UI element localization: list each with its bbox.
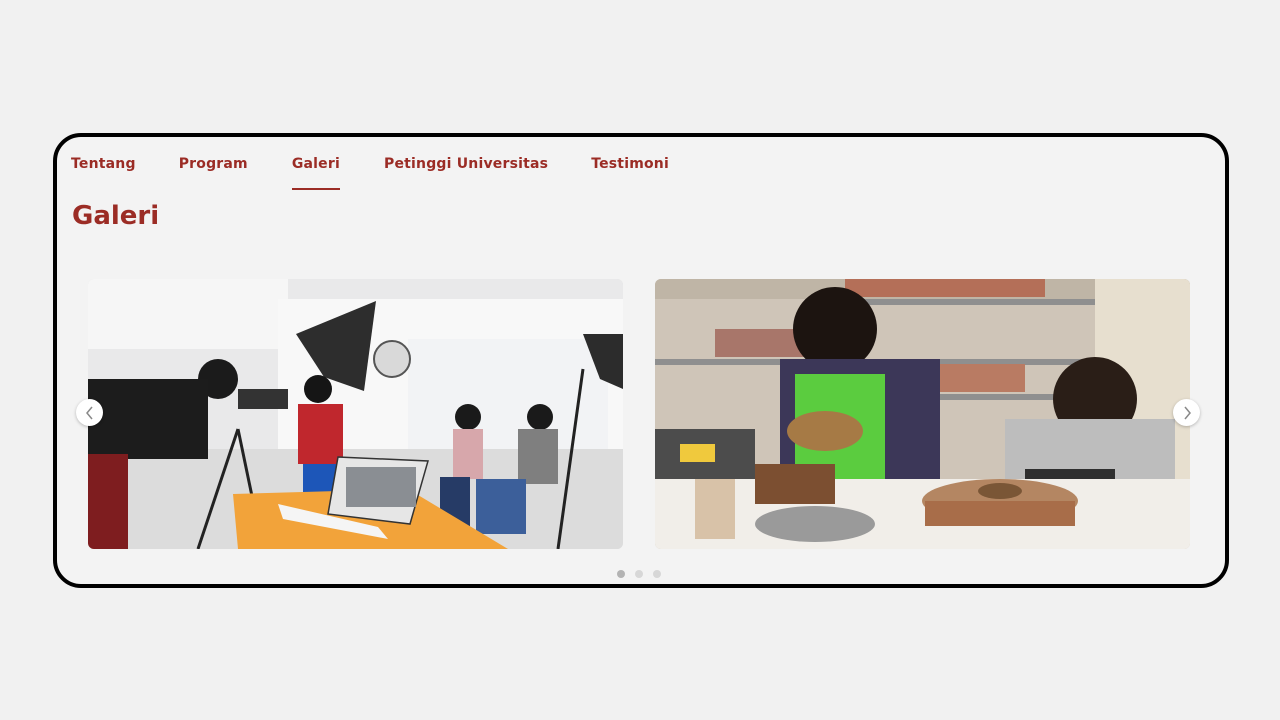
gallery-image-pottery-class[interactable] <box>655 279 1190 549</box>
tab-petinggi-universitas[interactable]: Petinggi Universitas <box>384 156 548 172</box>
section-tabs: Tentang Program Galeri Petinggi Universi… <box>71 156 669 190</box>
tab-tentang[interactable]: Tentang <box>71 156 136 172</box>
carousel-pagination <box>617 570 661 578</box>
tab-galeri[interactable]: Galeri <box>291 156 341 190</box>
carousel-next-button[interactable] <box>1173 399 1200 426</box>
carousel-dot-3[interactable] <box>653 570 661 578</box>
tab-testimoni[interactable]: Testimoni <box>591 156 669 172</box>
gallery-image-photo-studio[interactable] <box>88 279 623 549</box>
carousel-dot-1[interactable] <box>617 570 625 578</box>
chevron-right-icon <box>1183 406 1191 419</box>
carousel-dot-2[interactable] <box>635 570 643 578</box>
section-title: Galeri <box>72 201 160 231</box>
chevron-left-icon <box>85 406 93 419</box>
tab-program[interactable]: Program <box>179 156 248 172</box>
carousel-prev-button[interactable] <box>76 399 103 426</box>
gallery-card: Tentang Program Galeri Petinggi Universi… <box>53 133 1229 588</box>
